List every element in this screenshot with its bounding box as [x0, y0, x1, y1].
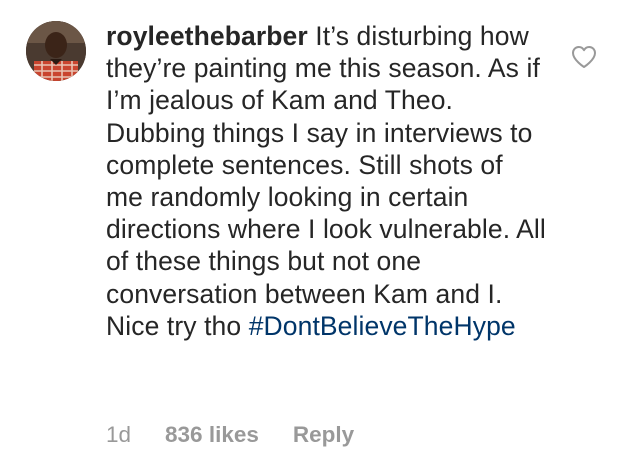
avatar[interactable]	[26, 21, 86, 81]
reply-button[interactable]: Reply	[293, 420, 354, 450]
comment-hashtag[interactable]: #DontBelieveTheHype	[249, 311, 516, 341]
heart-outline-icon[interactable]	[571, 45, 597, 69]
likes-count[interactable]: 836 likes	[165, 420, 259, 450]
comment-username[interactable]: royleethebarber	[106, 21, 308, 51]
comment-timestamp: 1d	[106, 422, 132, 447]
comment-body: royleethebarber It’s disturbing how they…	[106, 20, 546, 342]
avatar-image	[26, 21, 86, 81]
comment-text: It’s disturbing how they’re painting me …	[106, 21, 546, 341]
comment: royleethebarber It’s disturbing how they…	[0, 0, 632, 476]
comment-meta: 1d 836 likes Reply	[106, 420, 354, 450]
